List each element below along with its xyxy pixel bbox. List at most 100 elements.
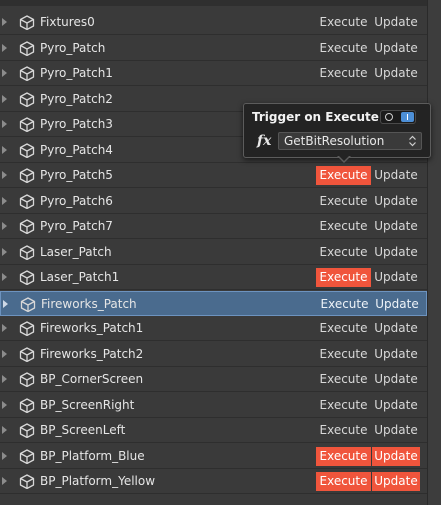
actor-name: BP_CornerScreen bbox=[40, 372, 144, 386]
expand-triangle-icon[interactable] bbox=[2, 222, 7, 230]
expand-triangle-icon[interactable] bbox=[2, 452, 7, 460]
update-button[interactable]: Update bbox=[372, 166, 420, 185]
trigger-toggle[interactable] bbox=[380, 110, 416, 124]
actor-row[interactable]: BP_Platform_Blue Execute Update bbox=[0, 444, 427, 469]
cube-icon bbox=[19, 347, 35, 362]
popover-pointer-fill bbox=[338, 155, 350, 161]
function-icon: fx bbox=[257, 133, 272, 149]
execute-button[interactable]: Execute bbox=[316, 472, 371, 491]
actor-name: Pyro_Patch2 bbox=[40, 92, 113, 106]
expand-triangle-icon[interactable] bbox=[2, 273, 7, 281]
update-button[interactable]: Update bbox=[373, 295, 421, 314]
expand-triangle-icon[interactable] bbox=[2, 426, 7, 434]
actor-name: BP_Platform_Blue bbox=[40, 449, 145, 463]
actor-row[interactable]: Pyro_Patch1 Execute Update bbox=[0, 61, 427, 86]
trigger-popover: Trigger on Execute fx GetBitResolution bbox=[243, 103, 431, 158]
expand-triangle-icon[interactable] bbox=[2, 375, 7, 383]
update-button[interactable]: Update bbox=[372, 345, 420, 364]
update-button[interactable]: Update bbox=[372, 472, 420, 491]
actor-name: Laser_Patch1 bbox=[40, 270, 120, 284]
execute-button[interactable]: Execute bbox=[316, 396, 371, 415]
expand-triangle-icon[interactable] bbox=[2, 197, 7, 205]
actor-row[interactable]: Pyro_Patch7 Execute Update bbox=[0, 214, 427, 239]
execute-button[interactable]: Execute bbox=[316, 13, 371, 32]
expand-triangle-icon[interactable] bbox=[3, 300, 8, 308]
expand-triangle-icon[interactable] bbox=[2, 44, 7, 52]
execute-button[interactable]: Execute bbox=[316, 64, 371, 83]
actor-name: Fixtures0 bbox=[40, 15, 95, 29]
execute-button[interactable]: Execute bbox=[316, 345, 371, 364]
execute-button[interactable]: Execute bbox=[316, 421, 371, 440]
execute-button[interactable]: Execute bbox=[316, 166, 371, 185]
actor-name: Pyro_Patch6 bbox=[40, 194, 113, 208]
actor-name: Fireworks_Patch bbox=[41, 297, 137, 311]
function-select-value: GetBitResolution bbox=[284, 134, 385, 148]
toggle-knob bbox=[401, 112, 414, 122]
expand-triangle-icon[interactable] bbox=[2, 248, 7, 256]
actor-row[interactable]: Laser_Patch1 Execute Update bbox=[0, 265, 427, 290]
actor-name: Pyro_Patch4 bbox=[40, 143, 113, 157]
expand-triangle-icon[interactable] bbox=[2, 146, 7, 154]
update-button[interactable]: Update bbox=[372, 447, 420, 466]
cube-icon bbox=[19, 321, 35, 336]
execute-button[interactable]: Execute bbox=[316, 370, 371, 389]
up-down-arrows-icon bbox=[409, 135, 416, 147]
expand-triangle-icon[interactable] bbox=[2, 350, 7, 358]
cube-icon bbox=[19, 372, 35, 387]
update-button[interactable]: Update bbox=[372, 13, 420, 32]
actor-name: Pyro_Patch5 bbox=[40, 168, 113, 182]
execute-button[interactable]: Execute bbox=[317, 295, 372, 314]
actor-row[interactable]: Pyro_Patch5 Execute Update bbox=[0, 163, 427, 188]
expand-triangle-icon[interactable] bbox=[2, 401, 7, 409]
execute-button[interactable]: Execute bbox=[316, 319, 371, 338]
cube-icon bbox=[19, 474, 35, 489]
actor-row[interactable]: Laser_Patch Execute Update bbox=[0, 240, 427, 265]
popover-title: Trigger on Execute bbox=[252, 110, 379, 124]
update-button[interactable]: Update bbox=[372, 396, 420, 415]
update-button[interactable]: Update bbox=[372, 39, 420, 58]
actor-row[interactable]: Pyro_Patch Execute Update bbox=[0, 36, 427, 61]
cube-icon bbox=[19, 143, 35, 158]
update-button[interactable]: Update bbox=[372, 319, 420, 338]
actor-name: Fireworks_Patch2 bbox=[40, 347, 144, 361]
update-button[interactable]: Update bbox=[372, 192, 420, 211]
expand-triangle-icon[interactable] bbox=[2, 171, 7, 179]
actor-row[interactable]: BP_Platform_Yellow Execute Update bbox=[0, 469, 427, 494]
expand-triangle-icon[interactable] bbox=[2, 477, 7, 485]
update-button[interactable]: Update bbox=[372, 217, 420, 236]
function-select[interactable]: GetBitResolution bbox=[278, 132, 422, 150]
cube-icon bbox=[20, 297, 36, 312]
update-button[interactable]: Update bbox=[372, 64, 420, 83]
expand-triangle-icon[interactable] bbox=[2, 18, 7, 26]
actor-row[interactable]: Fireworks_Patch2 Execute Update bbox=[0, 342, 427, 367]
update-button[interactable]: Update bbox=[372, 243, 420, 262]
execute-button[interactable]: Execute bbox=[316, 39, 371, 58]
expand-triangle-icon[interactable] bbox=[2, 69, 7, 77]
execute-button[interactable]: Execute bbox=[316, 268, 371, 287]
actor-row[interactable]: Fireworks_Patch Execute Update bbox=[0, 291, 427, 316]
execute-button[interactable]: Execute bbox=[316, 192, 371, 211]
execute-button[interactable]: Execute bbox=[316, 447, 371, 466]
cube-icon bbox=[19, 41, 35, 56]
actor-row[interactable]: BP_ScreenLeft Execute Update bbox=[0, 418, 427, 443]
update-button[interactable]: Update bbox=[372, 268, 420, 287]
actor-row[interactable]: BP_ScreenRight Execute Update bbox=[0, 393, 427, 418]
actor-name: Fireworks_Patch1 bbox=[40, 321, 144, 335]
actor-name: BP_ScreenRight bbox=[40, 398, 135, 412]
actor-row[interactable]: Fixtures0 Execute Update bbox=[0, 10, 427, 35]
expand-triangle-icon[interactable] bbox=[2, 324, 7, 332]
actor-row[interactable]: Fireworks_Patch1 Execute Update bbox=[0, 316, 427, 341]
cube-icon bbox=[19, 245, 35, 260]
actor-list-panel: Fixtures0 Execute Update Pyro_Patch Execute U… bbox=[0, 0, 428, 505]
actor-row[interactable]: Pyro_Patch6 Execute Update bbox=[0, 189, 427, 214]
cube-icon bbox=[19, 449, 35, 464]
cube-icon bbox=[19, 270, 35, 285]
expand-triangle-icon[interactable] bbox=[2, 120, 7, 128]
update-button[interactable]: Update bbox=[372, 421, 420, 440]
execute-button[interactable]: Execute bbox=[316, 217, 371, 236]
expand-triangle-icon[interactable] bbox=[2, 95, 7, 103]
update-button[interactable]: Update bbox=[372, 370, 420, 389]
execute-button[interactable]: Execute bbox=[316, 243, 371, 262]
actor-row[interactable]: BP_CornerScreen Execute Update bbox=[0, 367, 427, 392]
cube-icon bbox=[19, 92, 35, 107]
